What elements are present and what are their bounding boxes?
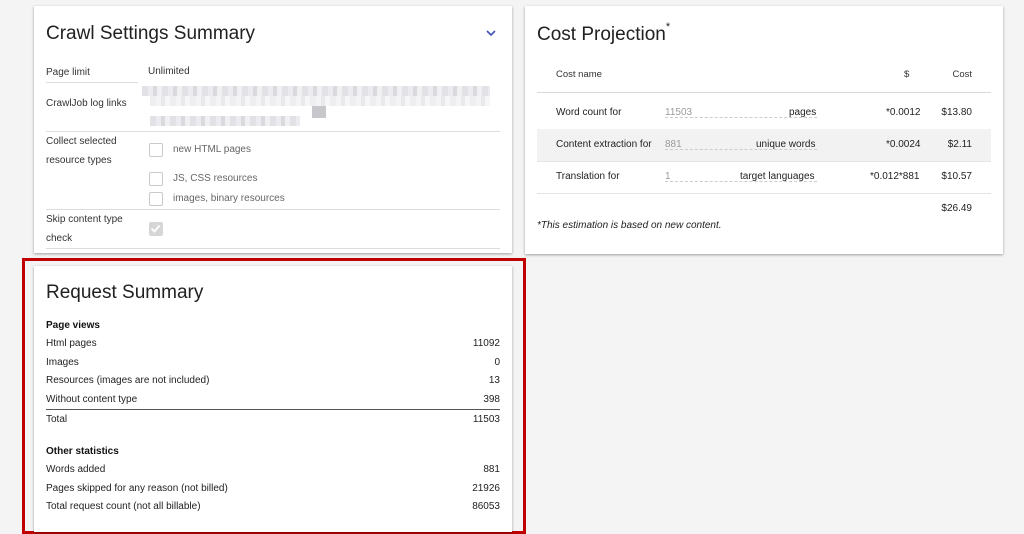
total-row: Total 11503 (46, 411, 500, 429)
table-row: Words added 881 (46, 461, 500, 479)
cost-row-cost: $13.80 (941, 107, 972, 118)
blurred-log-link[interactable] (142, 86, 490, 96)
new-html-pages-label: new HTML pages (173, 144, 251, 155)
skip-content-type-checkbox[interactable] (149, 222, 163, 236)
cost-row-unit: target languages (740, 171, 815, 182)
stat-label: Total request count (not all billable) (46, 501, 201, 512)
page-limit-label: Page limit (46, 67, 90, 78)
cost-row-label: Translation for (556, 171, 620, 182)
pages-input[interactable]: 11503 (665, 97, 692, 129)
blurred-log-link[interactable] (312, 106, 326, 118)
stat-label: Resources (images are not included) (46, 375, 210, 386)
crawl-settings-card: Crawl Settings Summary Page limit Unlimi… (34, 6, 512, 253)
divider (537, 92, 991, 93)
cost-row-content-extraction: Content extraction for 881 unique words … (537, 129, 991, 161)
skip-content-type-label: Skip content type check (46, 214, 123, 244)
stat-label: Images (46, 357, 79, 368)
table-row: Resources (images are not included) 13 (46, 372, 500, 390)
new-html-pages-checkbox[interactable] (149, 143, 163, 157)
stat-label: Html pages (46, 338, 97, 349)
total-label: Total (46, 414, 68, 425)
page-views-heading: Page views (46, 320, 100, 331)
unique-words-input[interactable]: 881 (665, 129, 682, 161)
target-languages-input[interactable]: 1 (665, 161, 671, 193)
cost-projection-card: Cost Projection* Cost name $ Cost Word c… (525, 6, 1003, 254)
blurred-log-link[interactable] (150, 96, 490, 106)
cost-row-word-count: Word count for 11503 pages *0.0012 $13.8… (537, 97, 991, 129)
log-links-row: CrawlJob log links (46, 86, 500, 132)
cost-row-cost: $10.57 (941, 171, 972, 182)
request-summary-title: Request Summary (46, 282, 204, 303)
check-icon (150, 224, 161, 233)
divider (46, 248, 500, 249)
total-divider (46, 409, 500, 410)
collect-types-row: Collect selected resource types new HTML… (46, 132, 500, 210)
log-links-label: CrawlJob log links (46, 98, 127, 109)
stat-value: 13 (488, 375, 500, 386)
cost-row-unit: pages (789, 107, 817, 118)
stat-label: Without content type (46, 394, 138, 405)
request-summary-card: Request Summary Page views Html pages 11… (34, 266, 512, 532)
chevron-down-icon[interactable] (484, 26, 498, 40)
cost-row-cost: $2.11 (947, 139, 972, 150)
stat-value: 21926 (472, 483, 500, 494)
stat-label: Words added (46, 464, 106, 475)
skip-content-type-row: Skip content type check (46, 210, 500, 250)
table-row: Without content type 398 (46, 391, 500, 409)
js-css-resources-checkbox[interactable] (149, 172, 163, 186)
cost-total: $26.49 (941, 203, 972, 214)
page-limit-row: Page limit Unlimited (46, 63, 500, 83)
stat-value: 398 (483, 394, 500, 405)
cost-projection-title: Cost Projection* (537, 21, 671, 45)
cost-row-rate: *0.0012 (886, 107, 921, 118)
images-binary-label: images, binary resources (173, 193, 285, 204)
cost-name-header: Cost name (556, 69, 602, 80)
collect-types-label: Collect selected resource types (46, 136, 117, 166)
estimation-note: *This estimation is based on new content… (537, 220, 722, 231)
cost-row-rate: *0.012*881 (870, 171, 920, 182)
total-value: 11503 (472, 414, 500, 425)
table-row: Total request count (not all billable) 8… (46, 498, 500, 516)
stat-value: 881 (483, 464, 500, 475)
stat-value: 11092 (472, 338, 500, 349)
js-css-resources-label: JS, CSS resources (173, 173, 258, 184)
divider (46, 82, 138, 83)
cost-row-rate: *0.0024 (886, 139, 921, 150)
table-row: Pages skipped for any reason (not billed… (46, 480, 500, 498)
rate-header: $ (904, 69, 910, 80)
cost-row-unit: unique words (756, 139, 816, 150)
crawl-settings-title: Crawl Settings Summary (46, 23, 256, 44)
stat-value: 0 (494, 357, 500, 368)
cost-table-header: Cost name $ Cost (537, 56, 991, 94)
page-limit-value: Unlimited (148, 66, 190, 77)
cost-header: Cost (952, 69, 972, 80)
stat-label: Pages skipped for any reason (not billed… (46, 483, 228, 494)
stat-value: 86053 (472, 501, 500, 512)
cost-row-label: Content extraction for (556, 139, 652, 150)
blurred-log-link[interactable] (150, 116, 300, 126)
images-binary-checkbox[interactable] (149, 192, 163, 206)
cost-row-label: Word count for (556, 107, 622, 118)
other-statistics-heading: Other statistics (46, 446, 119, 457)
table-row: Html pages 11092 (46, 335, 500, 353)
table-row: Images 0 (46, 354, 500, 372)
cost-row-translation: Translation for 1 target languages *0.01… (537, 161, 991, 193)
